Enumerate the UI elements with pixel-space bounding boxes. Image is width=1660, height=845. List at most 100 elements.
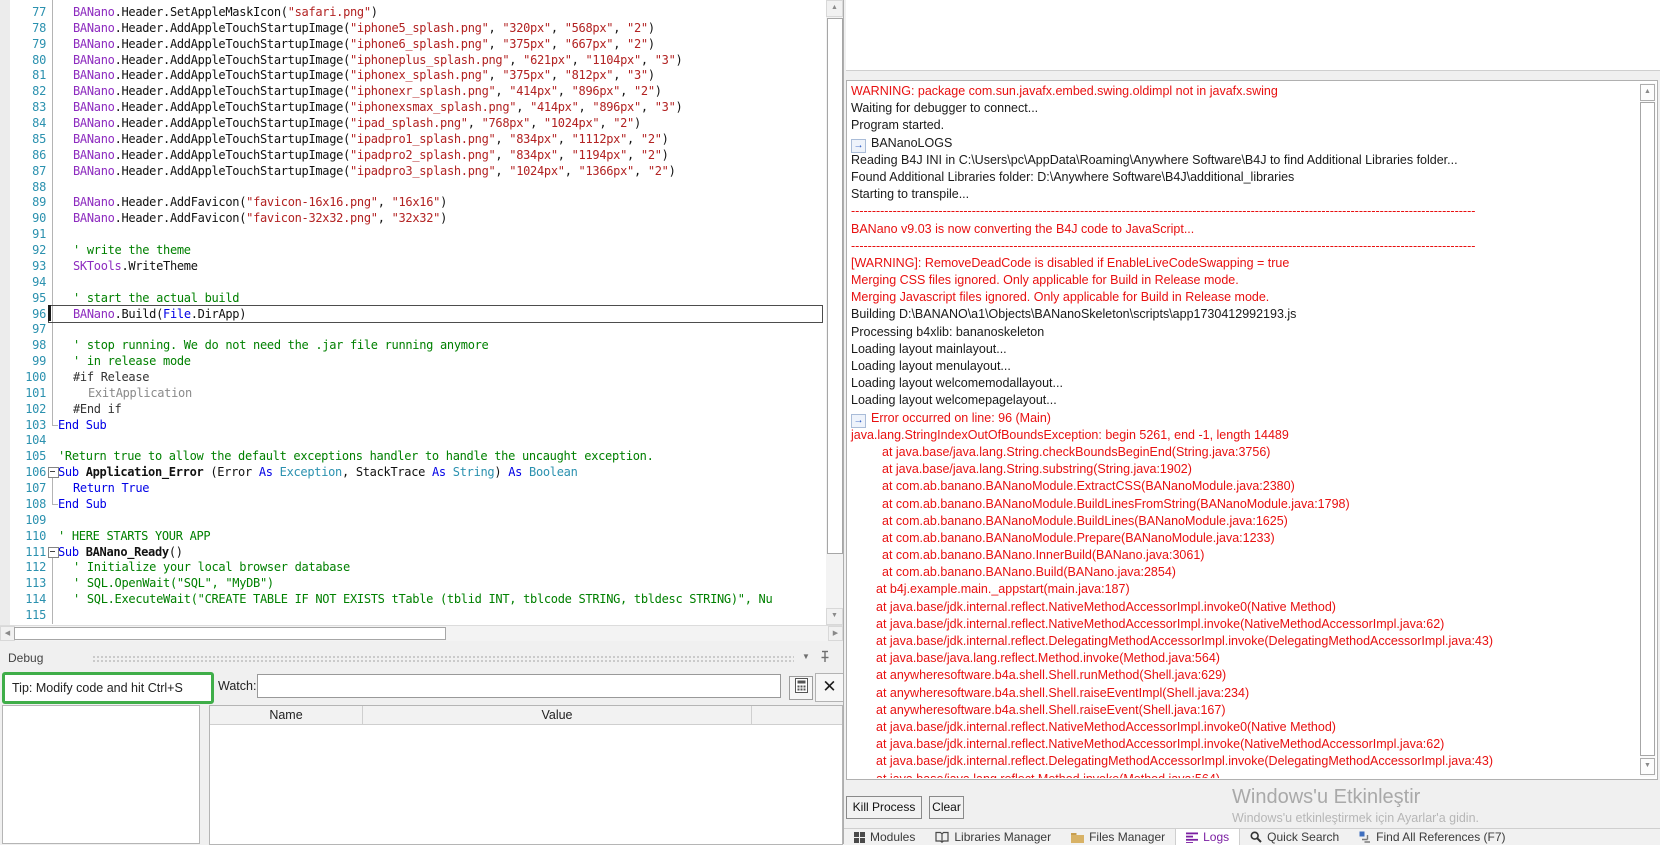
line-number: 90 xyxy=(32,211,46,225)
log-line: java.lang.StringIndexOutOfBoundsExceptio… xyxy=(851,427,1289,442)
tab-libraries-manager[interactable]: Libraries Manager xyxy=(925,829,1061,845)
log-line: at java.base/jdk.internal.reflect.Native… xyxy=(876,599,1336,614)
code-line: 90 BANano.Header.AddFavicon("favicon-32x3… xyxy=(0,210,825,226)
line-number: 85 xyxy=(32,132,46,146)
book-icon xyxy=(935,831,949,843)
tab-label: Quick Search xyxy=(1267,830,1340,844)
code-line: 97 xyxy=(0,321,825,337)
log-line: at java.base/java.lang.String.substring(… xyxy=(882,462,1192,477)
code-line: 105 'Return true to allow the default exc… xyxy=(0,448,825,464)
code-line: 85 BANano.Header.AddAppleTouchStartupImag… xyxy=(0,131,825,147)
log-line: Processing b4xlib: bananoskeleton xyxy=(851,324,1045,339)
tab-files-manager[interactable]: Files Manager xyxy=(1061,829,1175,845)
line-number: 115 xyxy=(25,608,46,622)
editor-horizontal-scrollbar[interactable]: ◀ ▶ xyxy=(0,625,843,642)
code-line: 115 xyxy=(0,607,825,623)
clear-logs-button[interactable]: Clear xyxy=(929,796,964,819)
log-link-icon[interactable]: → xyxy=(851,138,866,153)
line-number: 114 xyxy=(25,592,46,606)
current-line-highlight xyxy=(48,305,823,323)
scroll-down-icon[interactable]: ▼ xyxy=(826,608,843,625)
fold-guide xyxy=(52,0,58,426)
log-line: Loading layout mainlayout... xyxy=(851,341,1007,356)
scrollbar-thumb[interactable] xyxy=(827,18,843,554)
log-line: ----------------------------------------… xyxy=(851,204,1476,219)
line-number: 94 xyxy=(32,275,46,289)
line-number: 101 xyxy=(25,386,46,400)
tab-label: Files Manager xyxy=(1089,830,1166,844)
watch-table[interactable]: Name Value xyxy=(209,705,843,845)
log-link-icon[interactable]: → xyxy=(851,413,866,428)
line-number: 100 xyxy=(25,370,46,384)
debug-titlebar-texture xyxy=(92,655,794,664)
chevron-down-icon[interactable]: ▼ xyxy=(802,652,810,661)
code-line: 103 End Sub xyxy=(0,417,825,433)
log-line: WARNING: package com.sun.javafx.embed.sw… xyxy=(851,84,1278,98)
watch-input[interactable] xyxy=(257,674,781,698)
line-number: 87 xyxy=(32,164,46,178)
log-line: at java.base/java.lang.String.checkBound… xyxy=(882,444,1271,459)
log-line: Reading B4J INI in C:\Users\pc\AppData\R… xyxy=(851,152,1458,167)
column-header-value[interactable]: Value xyxy=(363,706,752,724)
log-line: Building D:\BANANO\a1\Objects\BANanoSkel… xyxy=(851,307,1297,322)
code-line: 80 BANano.Header.AddAppleTouchStartupImag… xyxy=(0,52,825,68)
code-line: 111 Sub BANano_Ready() xyxy=(0,544,825,560)
log-line: Starting to transpile... xyxy=(851,187,970,202)
scroll-left-icon[interactable]: ◀ xyxy=(0,626,15,641)
code-line: 92 ' write the theme xyxy=(0,242,825,258)
log-line: at java.base/jdk.internal.reflect.Native… xyxy=(876,616,1445,631)
line-number: 97 xyxy=(32,322,46,336)
line-number: 82 xyxy=(32,84,46,98)
watch-label: Watch: xyxy=(218,679,257,693)
scroll-down-icon[interactable]: ▼ xyxy=(1640,758,1655,775)
evaluate-expression-button[interactable] xyxy=(789,676,813,700)
code-line: 81 BANano.Header.AddAppleTouchStartupImag… xyxy=(0,67,825,83)
pin-icon[interactable] xyxy=(820,650,830,668)
tab-modules[interactable]: Modules xyxy=(844,829,925,845)
log-line: at java.base/jdk.internal.reflect.Native… xyxy=(876,737,1445,752)
tab-quick-search[interactable]: Quick Search xyxy=(1240,829,1349,845)
log-line: at java.base/java.lang.reflect.Method.in… xyxy=(850,771,1639,779)
log-line: Merging CSS files ignored. Only applicab… xyxy=(851,273,1239,288)
pane-splitter[interactable] xyxy=(843,0,844,844)
references-icon xyxy=(1359,831,1371,843)
debug-panel-title: Debug xyxy=(8,651,44,665)
close-icon[interactable]: ✕ xyxy=(815,673,844,702)
tab-logs[interactable]: Logs xyxy=(1175,829,1241,845)
code-line: 86 BANano.Header.AddAppleTouchStartupImag… xyxy=(0,147,825,163)
watch-table-header: Name Value xyxy=(210,706,842,725)
line-number: 113 xyxy=(25,576,46,590)
code-line: 112 ' Initialize your local browser datab… xyxy=(0,559,825,575)
code-line: 102 #End if xyxy=(0,401,825,417)
scrollbar-thumb[interactable] xyxy=(14,627,446,640)
log-line: ----------------------------------------… xyxy=(851,238,1476,253)
scrollbar-thumb[interactable] xyxy=(1640,102,1655,756)
log-line: Waiting for debugger to connect... xyxy=(851,101,1039,116)
line-number: 80 xyxy=(32,53,46,67)
kill-process-button[interactable]: Kill Process xyxy=(846,796,922,819)
logs-panel[interactable]: WARNING: package com.sun.javafx.embed.sw… xyxy=(846,80,1658,780)
line-number: 110 xyxy=(25,529,46,543)
scroll-right-icon[interactable]: ▶ xyxy=(828,626,843,641)
code-line: 99 ' in release mode xyxy=(0,353,825,369)
column-header-name[interactable]: Name xyxy=(210,706,363,724)
log-line: at com.ab.banano.BANanoModule.ExtractCSS… xyxy=(882,479,1295,494)
line-number: 77 xyxy=(32,5,46,19)
fold-collapse-icon[interactable] xyxy=(48,547,59,558)
debug-variables-list[interactable] xyxy=(2,705,200,844)
log-line: Program started. xyxy=(851,118,945,133)
fold-collapse-icon[interactable] xyxy=(48,467,59,478)
line-number: 95 xyxy=(32,291,46,305)
tab-find-all-references-f7[interactable]: Find All References (F7) xyxy=(1349,829,1515,845)
scroll-up-icon[interactable]: ▲ xyxy=(826,0,843,17)
code-editor[interactable]: 77 BANano.Header.SetAppleMaskIcon("safari… xyxy=(0,0,843,642)
scroll-up-icon[interactable]: ▲ xyxy=(1640,84,1655,101)
editor-vertical-scrollbar[interactable]: ▲ ▼ xyxy=(826,0,843,625)
column-header-empty xyxy=(752,706,842,724)
code-line: 91 xyxy=(0,226,825,242)
line-number: 83 xyxy=(32,100,46,114)
line-number: 103 xyxy=(25,418,46,432)
log-line: at anywheresoftware.b4a.shell.Shell.runM… xyxy=(876,668,1227,683)
tab-label: Libraries Manager xyxy=(954,830,1052,844)
logs-vertical-scrollbar[interactable]: ▲ ▼ xyxy=(1640,83,1656,777)
